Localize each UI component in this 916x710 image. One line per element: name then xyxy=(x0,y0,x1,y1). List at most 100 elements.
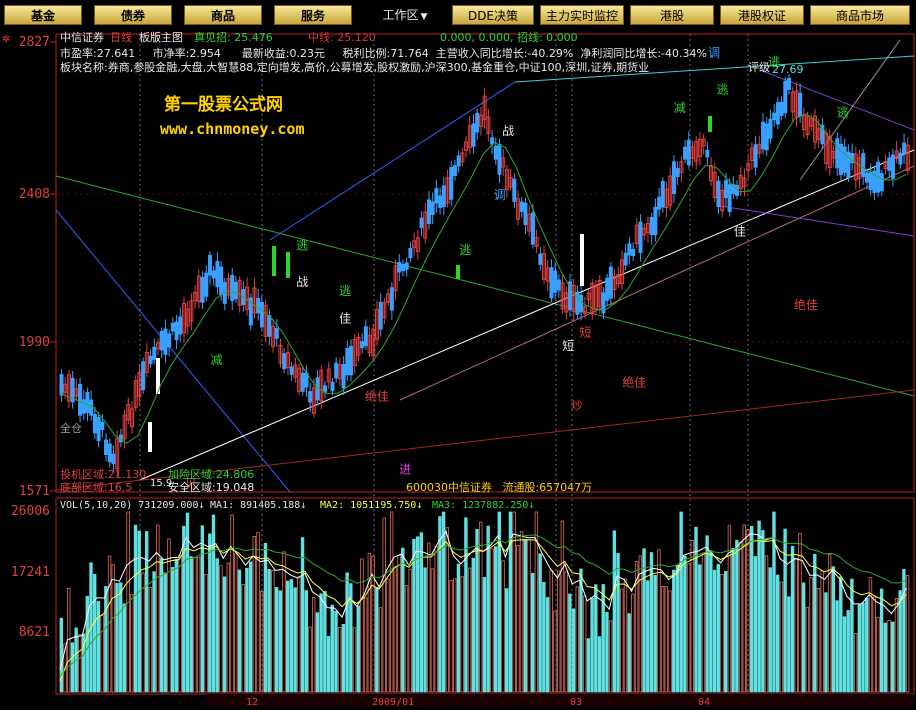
candle-body xyxy=(683,146,688,160)
volume-bar xyxy=(794,557,798,693)
candle-body xyxy=(215,260,220,288)
volume-bar xyxy=(130,593,134,693)
volume-bar xyxy=(709,550,713,693)
volume-bar xyxy=(360,558,364,693)
signal-label: 绝佳 xyxy=(794,297,818,312)
volume-bar xyxy=(471,557,476,693)
candle-body xyxy=(360,341,365,349)
candle-body xyxy=(727,184,732,213)
candle-body xyxy=(580,234,584,286)
chevron-down-icon: ▼ xyxy=(420,12,428,22)
volume-bar xyxy=(564,571,568,693)
volume-bar xyxy=(352,627,357,693)
dde-decision-button[interactable]: DDE决策 xyxy=(452,5,534,25)
gear-icon[interactable]: ✲ xyxy=(2,34,10,45)
header-indicator: 真见招: 25.476 xyxy=(194,30,273,44)
volume-bar xyxy=(809,577,813,693)
volume-bar xyxy=(902,568,906,693)
volume-bar xyxy=(382,517,386,693)
volume-bar xyxy=(156,524,160,693)
candle-body xyxy=(167,333,172,348)
signal-label: 逃 xyxy=(837,105,849,119)
volume-bar xyxy=(660,586,665,693)
candle-body xyxy=(397,262,402,273)
candle-body xyxy=(523,202,528,226)
volume-bar xyxy=(453,578,457,693)
candle-body xyxy=(861,153,866,177)
candle-body xyxy=(530,212,535,245)
volume-bar xyxy=(612,530,617,693)
volume-bar xyxy=(820,570,824,693)
volume-bar xyxy=(263,542,268,693)
candle-body xyxy=(456,155,461,167)
hk-warrant-button[interactable]: 港股权证 xyxy=(720,5,804,25)
candle-body xyxy=(675,168,680,178)
volume-bar xyxy=(831,566,836,693)
signal-label: 逃 xyxy=(296,238,308,252)
bond-button[interactable]: 债券 xyxy=(94,5,172,25)
volume-bar xyxy=(78,634,82,693)
candle-body xyxy=(835,138,840,169)
commodity-market-button[interactable]: 商品市场 xyxy=(810,5,910,25)
service-button[interactable]: 服务 xyxy=(274,5,352,25)
workspace-menu[interactable]: 工作区 ▼ xyxy=(380,5,430,25)
fund-button[interactable]: 基金 xyxy=(4,5,82,25)
volume-bar xyxy=(122,603,127,693)
volume-bar xyxy=(616,552,620,693)
candlestick-chart[interactable]: ✲ 2827 2408 1990 1571 26006 17241 8621 减 xyxy=(0,30,916,708)
signal-label: 短 xyxy=(562,339,574,353)
volume-bar xyxy=(274,586,279,693)
volume-bar xyxy=(152,571,156,693)
candle-body xyxy=(100,421,105,431)
candle-body xyxy=(497,143,502,175)
volume-bar xyxy=(118,582,123,693)
signal-label: 逃 xyxy=(459,243,471,257)
period-label[interactable]: 日线 xyxy=(110,30,132,44)
volume-bar xyxy=(493,546,498,693)
candle-body xyxy=(708,116,712,132)
volume-bar xyxy=(293,587,297,693)
hk-stock-button[interactable]: 港股 xyxy=(630,5,714,25)
volume-bar xyxy=(775,574,780,693)
volume-bar xyxy=(787,596,791,693)
volume-bar xyxy=(234,553,238,693)
watermark-url: www.chnmoney.com xyxy=(160,120,305,138)
volume-bar xyxy=(801,582,806,693)
candle-body xyxy=(404,262,409,270)
candle-body xyxy=(660,180,665,208)
candle-body xyxy=(111,453,116,465)
candle-body xyxy=(92,414,97,434)
candle-body xyxy=(608,266,613,299)
chart-area[interactable]: ✲ 2827 2408 1990 1571 26006 17241 8621 减 xyxy=(0,30,916,710)
candle-body xyxy=(89,399,94,416)
signal-label: 佳 xyxy=(734,225,746,239)
candle-body xyxy=(686,139,691,165)
vol-ma3-value: MA3: 1237882.250↓ xyxy=(432,500,534,511)
volume-bar xyxy=(876,616,880,693)
volume-bar xyxy=(627,613,631,693)
volume-bar xyxy=(464,517,468,693)
date-label: 2009/01 xyxy=(372,697,414,706)
volume-bar xyxy=(523,539,527,693)
volume-axis-label: 26006 xyxy=(11,504,50,519)
volume-bar xyxy=(679,511,683,693)
candle-body xyxy=(764,123,769,151)
volume-bar xyxy=(735,539,739,693)
volume-bar xyxy=(883,622,888,693)
view-label[interactable]: 板版主图 xyxy=(139,30,183,44)
candle-body xyxy=(471,123,476,147)
volume-bar xyxy=(905,575,910,693)
volume-bar xyxy=(716,564,720,693)
candle-body xyxy=(207,254,212,276)
volume-bar xyxy=(861,602,865,693)
candle-body xyxy=(556,279,561,291)
volume-bar xyxy=(256,532,260,693)
signal-label: 绝佳 xyxy=(365,388,389,403)
volume-bar xyxy=(252,536,257,693)
volume-bar xyxy=(605,611,609,693)
volume-bar xyxy=(282,551,286,693)
main-force-monitor-button[interactable]: 主力实时监控 xyxy=(540,5,624,25)
candle-body xyxy=(430,201,435,215)
commodity-button[interactable]: 商品 xyxy=(184,5,262,25)
signal-label: 短 xyxy=(579,325,591,339)
